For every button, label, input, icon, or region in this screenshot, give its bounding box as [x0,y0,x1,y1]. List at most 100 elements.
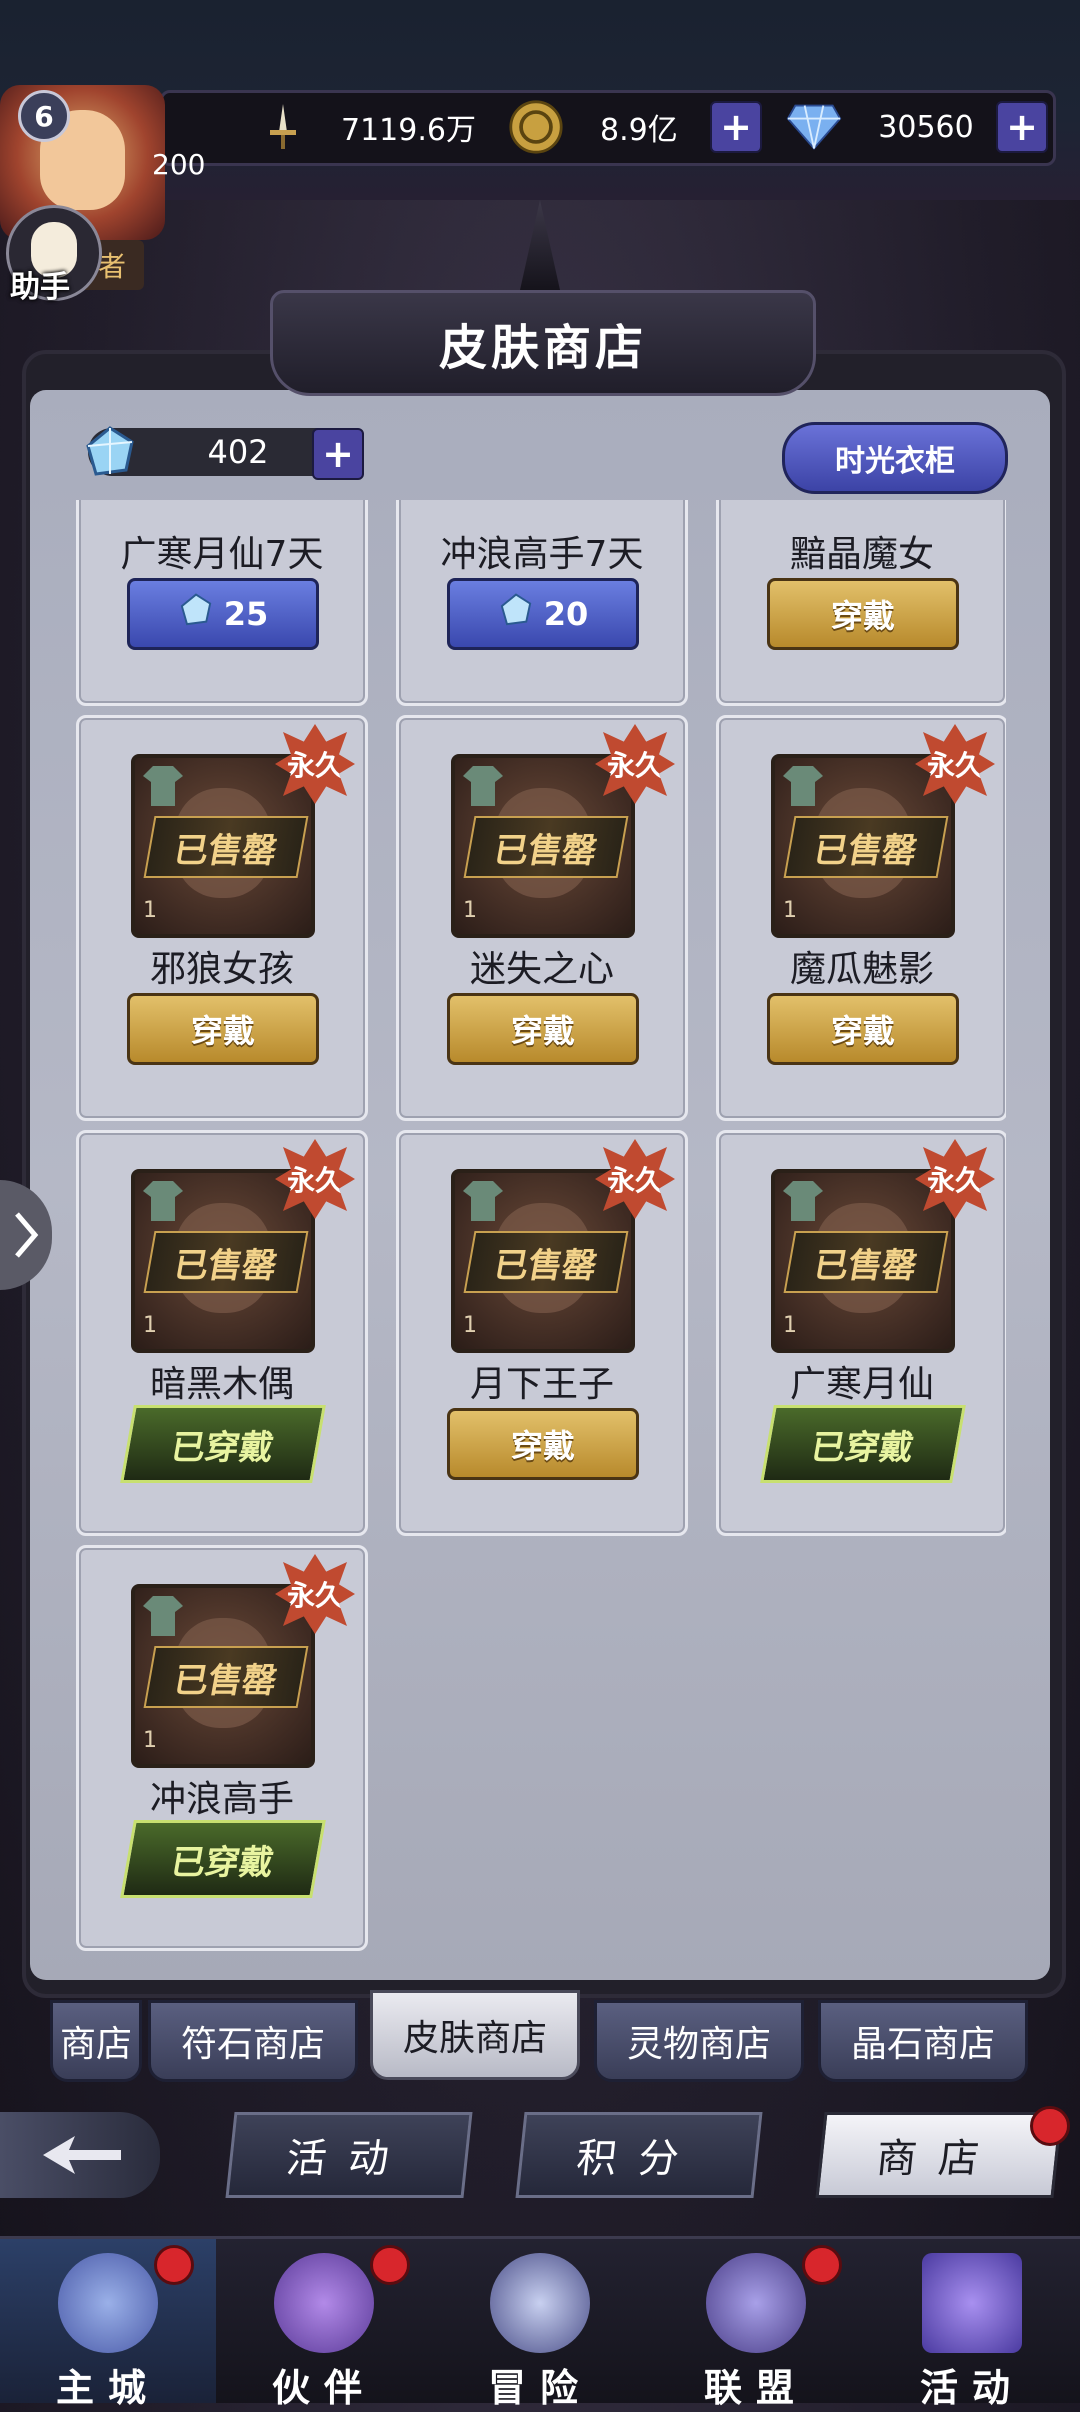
permanent-badge: 永久 [915,1139,995,1219]
notification-dot [370,2245,410,2285]
back-arrow-icon [43,2136,121,2174]
skin-card[interactable]: 已售罄 1 永久 暗黑木偶 已穿戴 [76,1130,368,1536]
wear-button[interactable]: 穿戴 [127,993,319,1065]
skin-card[interactable]: 已售罄 1 永久 冲浪高手 已穿戴 [76,1545,368,1951]
skin-card[interactable]: 已售罄 1 永久 月下王子 穿戴 [396,1130,688,1536]
back-button[interactable] [0,2112,160,2198]
store-button[interactable]: 商店 [815,2112,1063,2198]
shirt-icon [143,766,183,806]
skin-thumbnail: 已售罄 1 [131,1584,315,1768]
skin-card[interactable]: 黯晶魔女 穿戴 [716,500,1006,706]
tab-rune-shop[interactable]: 符石商店 [148,2000,358,2082]
price-value: 20 [543,595,589,633]
crystal-icon [498,592,534,636]
quantity: 1 [783,1313,797,1338]
sold-out-label: 已售罄 [463,1231,629,1293]
gold-value: 8.9亿 [600,113,678,148]
gold-display: 8.9亿 + [508,100,762,154]
quantity: 1 [143,898,157,923]
skin-name: 邪狼女孩 [149,949,294,990]
skin-thumbnail: 已售罄 1 [771,754,955,938]
buy-button[interactable]: 20 [447,578,639,650]
skin-name: 迷失之心 [469,949,614,990]
nav-label: 主城 [55,2366,160,2410]
activity-button[interactable]: 活动 [225,2112,473,2198]
nav-adventure[interactable]: 冒险 [432,2239,648,2410]
tab-crystal-shop[interactable]: 晶石商店 [818,2000,1028,2082]
notification-dot [154,2245,194,2285]
skin-grid: 广寒月仙7天 25 冲浪高手7天 20 黯晶魔女 穿戴 已售罄 1 永久 邪狼女… [76,500,1006,1955]
permanent-badge: 永久 [595,724,675,804]
sold-out-label: 已售罄 [143,816,309,878]
castle-icon [58,2253,158,2353]
sold-out-label: 已售罄 [783,1231,949,1293]
skin-card[interactable]: 已售罄 1 永久 魔瓜魅影 穿戴 [716,715,1006,1121]
buy-button[interactable]: 25 [127,578,319,650]
nav-label: 联盟 [703,2366,808,2410]
shirt-icon [783,766,823,806]
skin-card[interactable]: 已售罄 1 永久 邪狼女孩 穿戴 [76,715,368,1121]
points-button[interactable]: 积分 [515,2112,763,2198]
shirt-icon [463,766,503,806]
panel-crest [520,200,560,290]
nav-label: 活动 [919,2366,1024,2410]
skin-name: 月下王子 [469,1364,614,1405]
skin-thumbnail: 已售罄 1 [131,754,315,938]
sold-out-label: 已售罄 [463,816,629,878]
skin-thumbnail: 已售罄 1 [771,1169,955,1353]
skin-card[interactable]: 冲浪高手7天 20 [396,500,688,706]
permanent-badge: 永久 [275,1554,355,1634]
power-display: 7119.6万 [255,104,476,149]
sword-icon [255,99,311,155]
quantity: 1 [463,1313,477,1338]
page-title: 皮肤商店 [270,290,816,396]
skin-name: 冲浪高手 [149,1779,294,1820]
crystal-icon [82,424,138,480]
diamond-display: 30560 + [786,101,1048,153]
quantity: 1 [783,898,797,923]
shirt-icon [783,1181,823,1221]
skin-card[interactable]: 广寒月仙7天 25 [76,500,368,706]
price-value: 25 [223,595,269,633]
power-value: 7119.6万 [341,113,476,148]
add-gold-button[interactable]: + [710,101,762,153]
compass-icon [490,2253,590,2353]
skin-thumbnail: 已售罄 1 [451,754,635,938]
notification-dot [802,2245,842,2285]
diamond-icon [786,99,842,155]
crystal-icon [178,592,214,636]
vip-value: 200 [152,148,206,181]
shirt-icon [143,1181,183,1221]
permanent-badge: 永久 [275,724,355,804]
diamond-value: 30560 [878,109,974,145]
level-badge: 6 [18,90,70,142]
skin-card[interactable]: 已售罄 1 永久 迷失之心 穿戴 [396,715,688,1121]
skin-card[interactable]: 已售罄 1 永久 广寒月仙 已穿戴 [716,1130,1006,1536]
notification-dot [1030,2106,1070,2146]
gold-coin-icon [508,99,564,155]
add-diamond-button[interactable]: + [996,101,1048,153]
skin-name: 广寒月仙 [789,1364,934,1405]
tab-shop[interactable]: 商店 [50,2000,142,2082]
skin-name: 暗黑木偶 [149,1364,294,1405]
wear-button[interactable]: 穿戴 [767,993,959,1065]
activity-row: 活动 积分 商店 [0,2100,1080,2210]
wear-button[interactable]: 穿戴 [767,578,959,650]
tab-skin-shop[interactable]: 皮肤商店 [370,1990,580,2080]
skin-name: 黯晶魔女 [789,534,934,575]
skin-thumbnail: 已售罄 1 [451,1169,635,1353]
skin-name: 广寒月仙7天 [120,534,324,575]
add-crystal-button[interactable]: + [312,428,364,480]
equipped-label: 已穿戴 [120,1820,326,1898]
permanent-badge: 永久 [595,1139,675,1219]
wardrobe-button[interactable]: 时光衣柜 [782,422,1008,494]
equipped-label: 已穿戴 [120,1405,326,1483]
tab-spirit-shop[interactable]: 灵物商店 [594,2000,804,2082]
nav-events[interactable]: 活动 [864,2239,1080,2410]
wear-button[interactable]: 穿戴 [447,1408,639,1480]
permanent-badge: 永久 [915,724,995,804]
cards-icon [922,2253,1022,2353]
shirt-icon [463,1181,503,1221]
nav-label: 冒险 [487,2366,592,2410]
wear-button[interactable]: 穿戴 [447,993,639,1065]
